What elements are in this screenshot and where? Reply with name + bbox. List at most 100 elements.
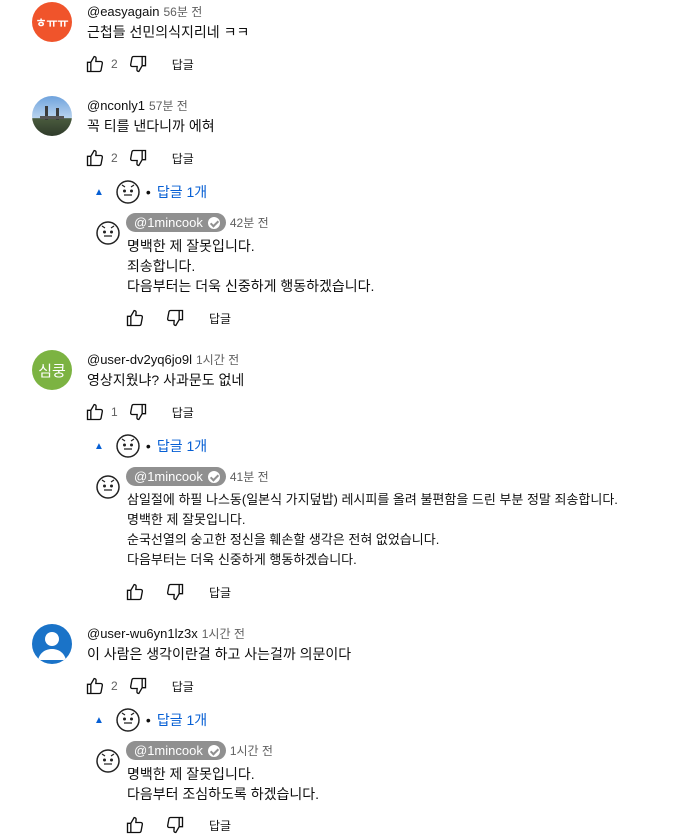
thumbs-down-icon [129, 55, 146, 73]
reply-avatar[interactable] [88, 741, 128, 781]
thumbs-up-icon [126, 583, 144, 601]
person-icon [38, 632, 66, 660]
comment-time[interactable]: 57분 전 [149, 99, 188, 113]
comment-actions: 1 답글 [83, 400, 194, 424]
thumbs-up-icon [86, 149, 104, 167]
comment-time[interactable]: 56분 전 [163, 5, 202, 19]
dislike-button[interactable] [163, 813, 187, 837]
like-button[interactable] [83, 400, 107, 424]
comment-text: 꼭 티를 낸다니까 에혀 [87, 118, 215, 134]
owner-avatar-icon [96, 749, 120, 773]
comment-author[interactable]: @user-dv2yq6jo9l 1시간 전 [87, 351, 239, 368]
verified-check-icon [207, 744, 220, 757]
comment-time[interactable]: 1시간 전 [196, 353, 239, 367]
reply-actions: 답글 [123, 306, 231, 330]
avatar[interactable]: ㅎㅠㅠ [32, 2, 72, 42]
like-button[interactable] [83, 52, 107, 76]
reply-button[interactable]: 답글 [172, 678, 194, 695]
thumbs-down-icon [166, 583, 184, 601]
comment-author[interactable]: @easyagain 56분 전 [87, 3, 202, 20]
reply-author[interactable]: @1mincook 1시간 전 [126, 741, 273, 760]
owner-mini-avatar [116, 180, 140, 204]
verified-check-icon [207, 216, 220, 229]
thumbs-up-icon [126, 309, 144, 327]
replies-count: 답글 1개 [156, 438, 208, 454]
caret-up-icon: ▲ [94, 440, 104, 452]
comment-author[interactable]: @user-wu6yn1lz3x 1시간 전 [87, 625, 245, 642]
replies-toggle[interactable]: ▲ • 답글 1개 [94, 178, 207, 206]
like-count: 1 [111, 405, 118, 419]
avatar-label: 심쿵 [38, 362, 66, 380]
thumbs-up-icon [86, 677, 104, 695]
avatar-label: ㅎㅠㅠ [35, 15, 69, 30]
like-count: 2 [111, 57, 118, 71]
caret-up-icon: ▲ [94, 186, 104, 198]
dislike-button[interactable] [163, 306, 187, 330]
avatar[interactable] [32, 96, 72, 136]
like-button[interactable] [83, 146, 107, 170]
thumbs-down-icon [129, 677, 146, 695]
reply-button[interactable]: 답글 [172, 56, 194, 73]
reply-actions: 답글 [123, 813, 231, 837]
reply-button[interactable]: 답글 [209, 584, 231, 601]
comment-author[interactable]: @nconly1 57분 전 [87, 97, 188, 114]
reply-button[interactable]: 답글 [172, 404, 194, 421]
comment-actions: 2 답글 [83, 52, 194, 76]
reply-time[interactable]: 42분 전 [230, 216, 269, 230]
comment-actions: 2 답글 [83, 146, 194, 170]
dislike-button[interactable] [163, 580, 187, 604]
dislike-button[interactable] [126, 52, 150, 76]
like-button[interactable] [123, 306, 147, 330]
replies-count: 답글 1개 [156, 184, 208, 200]
caret-up-icon: ▲ [94, 714, 104, 726]
reply-button[interactable]: 답글 [209, 310, 231, 327]
comment-text: 영상지웠냐? 사과문도 없네 [87, 372, 245, 388]
reply-avatar[interactable] [88, 213, 128, 253]
thumbs-up-icon [86, 55, 104, 73]
photo-icon [40, 106, 64, 120]
owner-mini-avatar [116, 434, 140, 458]
separator-dot: • [145, 712, 151, 728]
reply-author[interactable]: @1mincook 42분 전 [126, 213, 269, 232]
owner-avatar-icon [96, 475, 120, 499]
dislike-button[interactable] [126, 146, 150, 170]
replies-count: 답글 1개 [156, 712, 208, 728]
comment-text: 근첩들 선민의식지리네 ㅋㅋ [87, 24, 250, 40]
dislike-button[interactable] [126, 674, 150, 698]
separator-dot: • [145, 184, 151, 200]
reply-time[interactable]: 1시간 전 [230, 744, 273, 758]
like-button[interactable] [123, 813, 147, 837]
reply-text: 명백한 제 잘못입니다. 죄송합니다. 다음부터는 더욱 신중하게 행동하겠습니… [127, 238, 375, 294]
like-button[interactable] [123, 580, 147, 604]
reply-button[interactable]: 답글 [172, 150, 194, 167]
owner-avatar-icon [96, 221, 120, 245]
reply-time[interactable]: 41분 전 [230, 470, 269, 484]
reply-author[interactable]: @1mincook 41분 전 [126, 467, 269, 486]
avatar[interactable] [32, 624, 72, 664]
comment-time[interactable]: 1시간 전 [202, 627, 245, 641]
like-count: 2 [111, 679, 118, 693]
thumbs-up-icon [86, 403, 104, 421]
thumbs-up-icon [126, 816, 144, 834]
dislike-button[interactable] [126, 400, 150, 424]
comment-text: 이 사람은 생각이란걸 하고 사는걸까 의문이다 [87, 646, 352, 662]
reply-text: 삼일절에 하필 나스동(일본식 가지덮밥) 레시피를 올려 불편함을 드린 부분… [127, 492, 618, 567]
replies-toggle[interactable]: ▲ • 답글 1개 [94, 706, 207, 734]
avatar[interactable]: 심쿵 [32, 350, 72, 390]
owner-mini-avatar [116, 708, 140, 732]
separator-dot: • [145, 438, 151, 454]
replies-toggle[interactable]: ▲ • 답글 1개 [94, 432, 207, 460]
owner-badge: @1mincook [126, 467, 226, 486]
verified-check-icon [207, 470, 220, 483]
owner-badge: @1mincook [126, 741, 226, 760]
reply-text: 명백한 제 잘못입니다. 다음부터 조심하도록 하겠습니다. [127, 766, 319, 802]
thumbs-down-icon [129, 403, 146, 421]
comment-actions: 2 답글 [83, 674, 194, 698]
reply-button[interactable]: 답글 [209, 817, 231, 834]
thumbs-down-icon [129, 149, 146, 167]
like-count: 2 [111, 151, 118, 165]
owner-badge: @1mincook [126, 213, 226, 232]
thumbs-down-icon [166, 309, 184, 327]
reply-avatar[interactable] [88, 467, 128, 507]
like-button[interactable] [83, 674, 107, 698]
